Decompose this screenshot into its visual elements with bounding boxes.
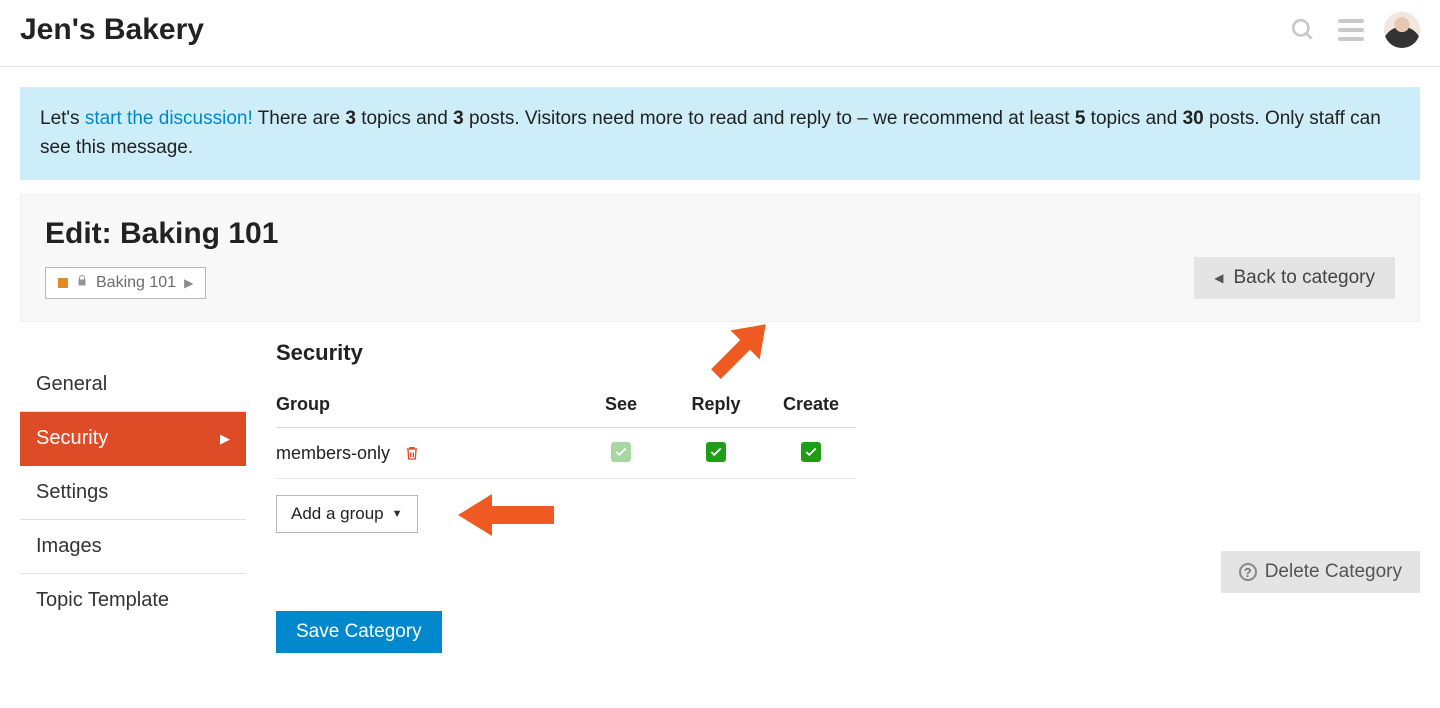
- chevron-right-icon: ▶: [220, 431, 230, 447]
- permissions-table: Group See Reply Create members-only: [276, 386, 856, 479]
- edit-panel: Edit: Baking 101 Baking 101 ▶ ◀ Back to …: [20, 194, 1420, 322]
- avatar[interactable]: [1384, 12, 1420, 48]
- checkbox-create[interactable]: [801, 442, 821, 462]
- start-discussion-link[interactable]: start the discussion!: [85, 108, 253, 129]
- sidebar-item-security[interactable]: Security ▶: [20, 412, 246, 466]
- category-color-swatch: [58, 278, 68, 288]
- page-title: Edit: Baking 101: [45, 217, 1395, 251]
- column-reply: Reply: [666, 386, 766, 428]
- breadcrumb[interactable]: Baking 101 ▶: [45, 267, 206, 299]
- question-icon: ?: [1239, 563, 1257, 581]
- caret-down-icon: ▼: [392, 508, 403, 520]
- topbar: Jen's Bakery: [0, 0, 1440, 67]
- breadcrumb-label: Baking 101: [96, 274, 176, 292]
- search-icon[interactable]: [1288, 15, 1318, 45]
- checkbox-reply[interactable]: [706, 442, 726, 462]
- sidebar-item-topic-template[interactable]: Topic Template: [20, 574, 246, 627]
- group-cell: members-only: [276, 443, 420, 464]
- chevron-left-icon: ◀: [1214, 271, 1223, 285]
- column-create: Create: [766, 386, 856, 428]
- section-title: Security: [276, 340, 1420, 366]
- site-title[interactable]: Jen's Bakery: [20, 13, 204, 47]
- sidebar-item-settings[interactable]: Settings: [20, 466, 246, 520]
- save-button[interactable]: Save Category: [276, 611, 442, 653]
- delete-category-button[interactable]: ? Delete Category: [1221, 551, 1420, 593]
- group-name: members-only: [276, 443, 390, 464]
- checkbox-see: [611, 442, 631, 462]
- page-container: Let's start the discussion! There are 3 …: [0, 67, 1440, 647]
- main-panel: Security Group See Reply Create members-: [276, 340, 1420, 627]
- trash-icon[interactable]: [404, 444, 420, 462]
- content-area: General Security ▶ Settings Images Topic…: [20, 340, 1420, 627]
- column-see: See: [576, 386, 666, 428]
- footer-actions: Save Category ? Delete Category: [276, 533, 1420, 593]
- staff-banner: Let's start the discussion! There are 3 …: [20, 87, 1420, 180]
- sidebar: General Security ▶ Settings Images Topic…: [20, 340, 246, 627]
- column-group: Group: [276, 386, 576, 428]
- back-to-category-button[interactable]: ◀ Back to category: [1194, 257, 1395, 299]
- table-row: members-only: [276, 428, 856, 479]
- chevron-right-icon: ▶: [184, 276, 193, 290]
- topbar-right: [1288, 12, 1420, 48]
- sidebar-item-images[interactable]: Images: [20, 520, 246, 574]
- sidebar-item-general[interactable]: General: [20, 358, 246, 412]
- menu-icon[interactable]: [1336, 15, 1366, 45]
- add-group-dropdown[interactable]: Add a group ▼: [276, 495, 418, 533]
- lock-icon: [76, 274, 88, 292]
